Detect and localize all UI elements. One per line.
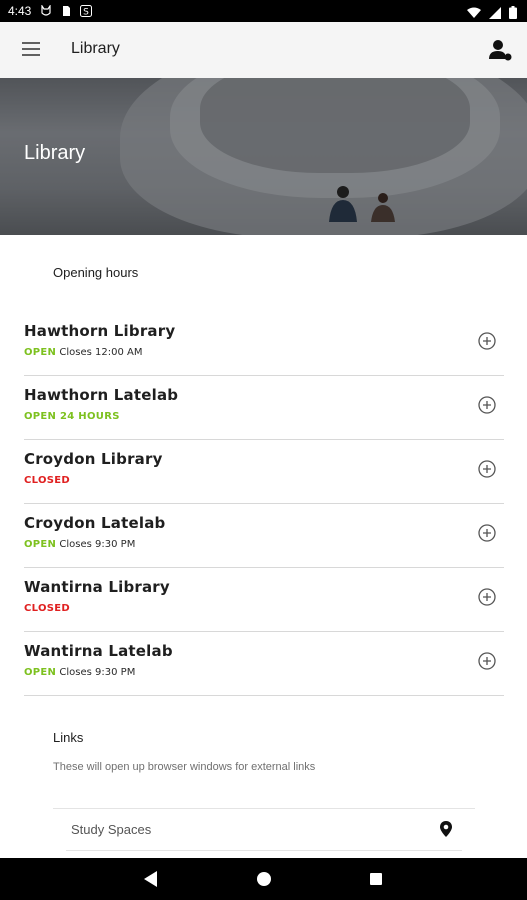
status-badge: CLOSED <box>24 603 70 614</box>
divider <box>66 850 462 851</box>
home-icon[interactable] <box>257 872 271 886</box>
library-name: Wantirna Library <box>24 578 170 596</box>
expand-plus-icon[interactable] <box>478 332 496 350</box>
wifi-icon <box>467 4 481 23</box>
cat-icon <box>40 4 52 17</box>
hero-title: Library <box>24 142 86 164</box>
library-status: OPEN Closes 9:30 PM <box>24 539 135 550</box>
library-name: Wantirna Latelab <box>24 642 173 660</box>
links-heading: Links <box>53 730 84 745</box>
list-item[interactable]: Croydon Library CLOSED <box>24 440 504 504</box>
status-badge: CLOSED <box>24 475 70 486</box>
status-badge: OPEN <box>24 667 57 678</box>
status-time: 4:43 <box>8 4 32 18</box>
status-badge: OPEN 24 HOURS <box>24 411 120 422</box>
library-name: Croydon Latelab <box>24 514 166 532</box>
person-icon[interactable] <box>487 37 513 63</box>
back-icon[interactable] <box>144 871 158 887</box>
closing-time: Closes 9:30 PM <box>59 667 136 678</box>
system-nav-bar <box>0 858 527 900</box>
library-status: CLOSED <box>24 475 70 486</box>
links-description: These will open up browser windows for e… <box>53 761 316 773</box>
svg-text:S: S <box>83 8 89 18</box>
library-status: CLOSED <box>24 603 70 614</box>
s-icon: S <box>80 5 92 18</box>
list-item[interactable]: Croydon Latelab OPEN Closes 9:30 PM <box>24 504 504 568</box>
status-badge: OPEN <box>24 539 57 550</box>
opening-hours-list: Hawthorn Library OPEN Closes 12:00 AM Ha… <box>24 312 504 696</box>
expand-plus-icon[interactable] <box>478 396 496 414</box>
status-bar: 4:43 S <box>0 0 527 22</box>
library-status: OPEN Closes 12:00 AM <box>24 347 143 358</box>
list-item[interactable]: Hawthorn Latelab OPEN 24 HOURS <box>24 376 504 440</box>
hero-people-image <box>329 186 395 222</box>
list-item[interactable]: Hawthorn Library OPEN Closes 12:00 AM <box>24 312 504 376</box>
hero-banner: Library <box>0 78 527 235</box>
opening-hours-heading: Opening hours <box>53 265 139 280</box>
list-item[interactable]: Wantirna Library CLOSED <box>24 568 504 632</box>
library-status: OPEN 24 HOURS <box>24 411 120 422</box>
hamburger-menu-icon[interactable] <box>22 42 40 58</box>
signal-icon <box>489 4 501 23</box>
battery-icon <box>509 4 517 23</box>
library-name: Hawthorn Library <box>24 322 176 340</box>
app-bar: Library <box>0 22 527 78</box>
expand-plus-icon[interactable] <box>478 652 496 670</box>
library-name: Croydon Library <box>24 450 163 468</box>
library-status: OPEN Closes 9:30 PM <box>24 667 135 678</box>
closing-time: Closes 12:00 AM <box>59 347 143 358</box>
recents-icon[interactable] <box>370 873 382 885</box>
library-name: Hawthorn Latelab <box>24 386 179 404</box>
list-item[interactable]: Wantirna Latelab OPEN Closes 9:30 PM <box>24 632 504 696</box>
study-spaces-link[interactable]: Study Spaces <box>53 808 475 851</box>
closing-time: Closes 9:30 PM <box>59 539 136 550</box>
expand-plus-icon[interactable] <box>478 460 496 478</box>
page-title: Library <box>71 40 120 57</box>
expand-plus-icon[interactable] <box>478 588 496 606</box>
location-pin-icon <box>439 821 453 837</box>
expand-plus-icon[interactable] <box>478 524 496 542</box>
link-label: Study Spaces <box>71 822 152 837</box>
status-badge: OPEN <box>24 347 57 358</box>
sim-icon <box>60 5 72 17</box>
